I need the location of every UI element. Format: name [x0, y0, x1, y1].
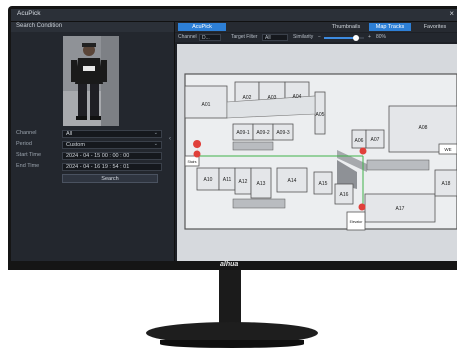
channel-filter-label: Channel [178, 34, 197, 40]
screen: AcuPick × Search Condition Channel All ⌄… [11, 9, 457, 261]
map-label-a07: A07 [371, 137, 380, 143]
end-time-value: 2024 - 04 - 16 19 : 54 : 01 [66, 164, 130, 170]
similarity-value: 80% [376, 34, 387, 40]
channel-select[interactable]: All ⌄ [62, 130, 162, 138]
tab-strip: AcuPick Thumbnails Map Tracks Favorites [175, 22, 457, 32]
map-label-a16: A16 [340, 192, 349, 198]
channel-filter-select[interactable]: D... [199, 34, 221, 41]
map-label-stairs: Stairs [188, 160, 197, 164]
start-time-row: Start Time 2024 - 04 - 15 00 : 00 : 00 [14, 152, 164, 160]
favorites-button[interactable]: Favorites [415, 23, 455, 31]
map-label-a15: A15 [319, 181, 328, 187]
search-button-label: Search [101, 176, 119, 182]
map-label-a04: A04 [293, 94, 302, 100]
bottom-bezel: alhua [8, 261, 457, 270]
end-time-input[interactable]: 2024 - 04 - 16 19 : 54 : 01 [62, 163, 162, 171]
app-title: AcuPick [17, 10, 41, 17]
floor-map[interactable]: A01 A02 A03 A04 A05 A06 A07 A08 A09-1 A0… [177, 44, 457, 261]
channel-label: Channel [16, 130, 37, 136]
period-row: Period Custom ⌄ [14, 141, 164, 149]
channel-filter-value: D... [202, 35, 210, 41]
map-label-a12: A12 [239, 179, 248, 185]
filter-bar: Channel D... Target Filter All Similarit… [175, 33, 457, 42]
map-label-a09-1: A09-1 [236, 130, 250, 136]
period-select[interactable]: Custom ⌄ [62, 141, 162, 149]
chevron-down-icon: ⌄ [153, 141, 158, 147]
map-label-a01: A01 [202, 102, 211, 108]
tab-acupick[interactable]: AcuPick [178, 23, 226, 31]
monitor-bezel: AcuPick × Search Condition Channel All ⌄… [8, 6, 457, 270]
map-label-a10: A10 [204, 177, 213, 183]
map-label-we: WE [444, 147, 451, 152]
target-filter-select[interactable]: All [262, 34, 288, 41]
end-time-label: End Time [16, 163, 40, 169]
title-bar: AcuPick × [11, 9, 457, 22]
chevron-down-icon: ⌄ [153, 130, 158, 136]
search-condition-panel: Search Condition Channel All ⌄ Period Cu… [11, 22, 175, 261]
minus-icon[interactable]: − [318, 34, 321, 41]
period-label: Period [16, 141, 32, 147]
monitor-neck [219, 270, 241, 326]
channel-value: All [66, 131, 73, 137]
start-time-value: 2024 - 04 - 15 00 : 00 : 00 [66, 153, 130, 159]
map-label-a13: A13 [257, 181, 266, 187]
collapse-panel-icon[interactable]: ‹ [169, 136, 171, 142]
map-label-elevator: Elevator [350, 220, 364, 224]
search-button[interactable]: Search [62, 174, 158, 183]
map-label-a03: A03 [268, 95, 277, 101]
brand-logo: alhua [220, 261, 239, 268]
tab-acupick-label: AcuPick [192, 24, 212, 30]
map-label-a11: A11 [223, 177, 232, 183]
map-label-a17: A17 [396, 206, 405, 212]
start-time-input[interactable]: 2024 - 04 - 15 00 : 00 : 00 [62, 152, 162, 160]
map-label-a06: A06 [355, 138, 364, 144]
results-panel: ‹ AcuPick Thumbnails Map Tracks Favorite… [169, 22, 457, 261]
map-label-a09-3: A09-3 [276, 130, 290, 136]
channel-row: Channel All ⌄ [14, 130, 164, 138]
map-label-a18: A18 [442, 181, 451, 187]
map-tracks-button[interactable]: Map Tracks [369, 23, 411, 31]
plus-icon[interactable]: + [368, 34, 371, 41]
start-time-label: Start Time [16, 152, 42, 158]
similarity-label: Similarity [293, 34, 314, 40]
map-label-a09-2: A09-2 [256, 130, 270, 136]
base-shadow [160, 340, 304, 348]
target-filter-value: All [265, 35, 271, 41]
thumbnails-button[interactable]: Thumbnails [325, 23, 367, 31]
close-icon[interactable]: × [449, 9, 454, 18]
similarity-slider[interactable] [324, 35, 364, 41]
target-filter-label: Target Filter [231, 34, 258, 40]
similarity-knob[interactable] [353, 35, 359, 41]
panel-title: Search Condition [16, 23, 63, 29]
map-label-a14: A14 [288, 178, 297, 184]
panel-header: Search Condition [11, 22, 174, 32]
similarity-fill [324, 37, 356, 39]
map-label-a02: A02 [243, 95, 252, 101]
target-person-photo [63, 36, 119, 126]
map-label-a08: A08 [419, 125, 428, 131]
end-time-row: End Time 2024 - 04 - 16 19 : 54 : 01 [14, 163, 164, 171]
map-label-a05: A05 [316, 112, 325, 118]
period-value: Custom [66, 142, 85, 148]
